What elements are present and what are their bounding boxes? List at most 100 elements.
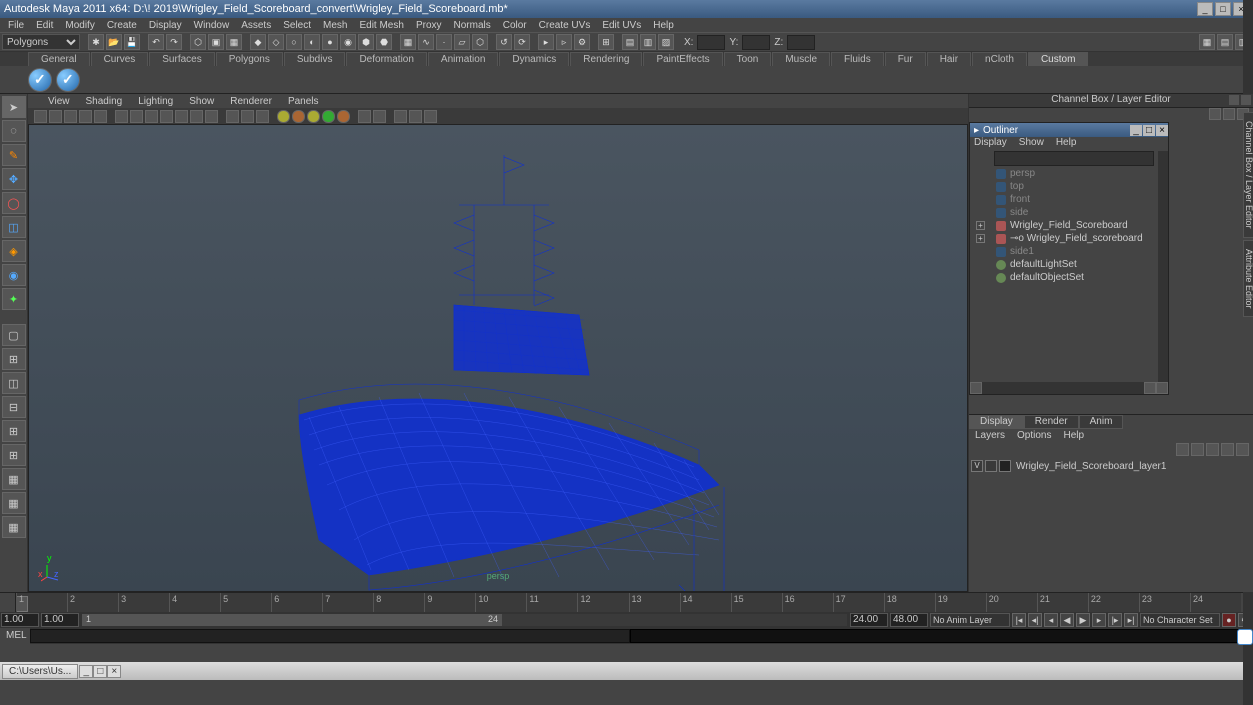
tab-channel-box[interactable]: Channel Box / Layer Editor [1243,112,1253,238]
shelf-tab-polygons[interactable]: Polygons [216,52,283,66]
go-start-icon[interactable]: |◂ [1012,613,1026,627]
range-start-outer[interactable]: 1.00 [1,613,39,627]
layer-row[interactable]: V Wrigley_Field_Scoreboard_layer1 [971,459,1251,473]
select-component-icon[interactable]: ▦ [226,34,242,50]
mask-icon-7[interactable]: ⬢ [358,34,374,50]
outliner-item-side[interactable]: side [970,206,1168,219]
shelf-tab-rendering[interactable]: Rendering [570,52,642,66]
panel-tool-icon[interactable] [79,110,92,123]
light-icon[interactable] [337,110,350,123]
three-pane-icon[interactable]: ⊞ [2,420,26,442]
play-forward-icon[interactable]: ▶ [1076,613,1090,627]
outliner-item-persp[interactable]: persp [970,167,1168,180]
mask-icon[interactable]: ◆ [250,34,266,50]
taskbar-restore-icon[interactable]: □ [93,665,107,678]
panel-tool-icon[interactable] [373,110,386,123]
layer-tool-icon[interactable] [1206,443,1219,456]
menu-modify[interactable]: Modify [59,20,100,31]
shelf-tab-curves[interactable]: Curves [91,52,149,66]
panel-menu-panels[interactable]: Panels [280,96,327,107]
taskbar-close-icon[interactable]: × [107,665,121,678]
redo-icon[interactable]: ↷ [166,34,182,50]
menu-editmesh[interactable]: Edit Mesh [353,20,409,31]
attr-editor-toggle-icon[interactable]: ▦ [1199,34,1215,50]
light-icon[interactable] [322,110,335,123]
outliner-item-lightset[interactable]: defaultLightSet [970,258,1168,271]
snap-plane-icon[interactable]: ▱ [454,34,470,50]
panel-menu-renderer[interactable]: Renderer [222,96,280,107]
coord-z-input[interactable] [787,35,815,50]
show-manip-icon[interactable]: ✦ [2,288,26,310]
save-scene-icon[interactable]: 💾 [124,34,140,50]
channel-tool-icon[interactable] [1223,108,1235,120]
tab-attribute-editor[interactable]: Attribute Editor [1243,240,1253,318]
history-icon[interactable]: ↺ [496,34,512,50]
outliner-menu-show[interactable]: Show [1019,137,1044,150]
panel-tool-icon[interactable] [256,110,269,123]
panel-tool-icon[interactable] [394,110,407,123]
range-start-inner[interactable]: 1.00 [41,613,79,627]
two-pane-h-icon[interactable]: ⊟ [2,396,26,418]
mode-selector[interactable]: Polygons [2,34,80,50]
menu-createuvs[interactable]: Create UVs [533,20,597,31]
menu-window[interactable]: Window [188,20,236,31]
layout-icon-3[interactable]: ▦ [2,516,26,538]
layer-tab-display[interactable]: Display [969,415,1024,429]
scroll-right-icon[interactable] [1144,382,1156,394]
custom-shelf-button-1[interactable] [28,68,52,92]
menu-display[interactable]: Display [143,20,188,31]
layer-menu-options[interactable]: Options [1017,430,1051,441]
layer-color-swatch[interactable] [999,460,1011,472]
panel-tool-icon[interactable] [175,110,188,123]
panel-close-icon[interactable] [1241,95,1251,105]
panel-tool-icon[interactable] [424,110,437,123]
shelf-tab-subdivs[interactable]: Subdivs [284,52,346,66]
select-hierarchy-icon[interactable]: ⬡ [190,34,206,50]
outliner-menu-display[interactable]: Display [974,137,1007,150]
minimize-button[interactable]: _ [1197,2,1213,16]
outliner-window[interactable]: ▸ Outliner _ □ × Display Show Help persp… [969,122,1169,395]
range-end-inner[interactable]: 24.00 [850,613,888,627]
shelf-tab-fluids[interactable]: Fluids [831,52,884,66]
light-icon[interactable] [307,110,320,123]
timeline-track[interactable]: 123456789101112131415161718192021222324 [16,593,1241,612]
menu-edit[interactable]: Edit [30,20,59,31]
outliner-tree[interactable]: persp top front side +Wrigley_Field_Scor… [970,167,1168,382]
menu-normals[interactable]: Normals [448,20,497,31]
command-input[interactable] [30,629,630,643]
channel-tool-icon[interactable] [1209,108,1221,120]
custom-shelf-button-2[interactable] [56,68,80,92]
panel-tool-icon[interactable] [115,110,128,123]
shelf-tab-general[interactable]: General [28,52,90,66]
shelf-tab-ncloth[interactable]: nCloth [972,52,1027,66]
panel-tool-icon[interactable] [226,110,239,123]
panel-menu-show[interactable]: Show [181,96,222,107]
shelf-tab-deformation[interactable]: Deformation [346,52,426,66]
layer-tool-icon[interactable] [1236,443,1249,456]
shelf-tab-hair[interactable]: Hair [927,52,971,66]
layer-menu-layers[interactable]: Layers [975,430,1005,441]
outliner-vscroll[interactable] [1158,151,1168,382]
light-icon[interactable] [292,110,305,123]
layer-type-toggle[interactable] [985,460,997,472]
mask-icon-3[interactable]: ○ [286,34,302,50]
outliner-item-scoreboard[interactable]: +Wrigley_Field_Scoreboard [970,219,1168,232]
viewport-3d[interactable]: y z x persp [28,124,968,592]
panel-tool-icon[interactable] [49,110,62,123]
panel-menu-shading[interactable]: Shading [78,96,131,107]
layer-visibility-toggle[interactable]: V [971,460,983,472]
construction-icon-3[interactable]: ▨ [658,34,674,50]
four-pane-icon[interactable]: ⊞ [2,348,26,370]
scroll-right-icon[interactable] [1156,382,1168,394]
maximize-button[interactable]: □ [1215,2,1231,16]
menu-edituvs[interactable]: Edit UVs [596,20,647,31]
render-settings-icon[interactable]: ⚙ [574,34,590,50]
anim-layer-dropdown[interactable]: No Anim Layer [930,613,1010,627]
panel-tool-icon[interactable] [358,110,371,123]
menu-color[interactable]: Color [497,20,533,31]
panel-tool-icon[interactable] [160,110,173,123]
timeline-key-icon[interactable] [0,593,16,612]
select-tool-icon[interactable]: ➤ [2,96,26,118]
mask-icon-4[interactable]: ◐ [304,34,320,50]
construction-icon-2[interactable]: ▥ [640,34,656,50]
